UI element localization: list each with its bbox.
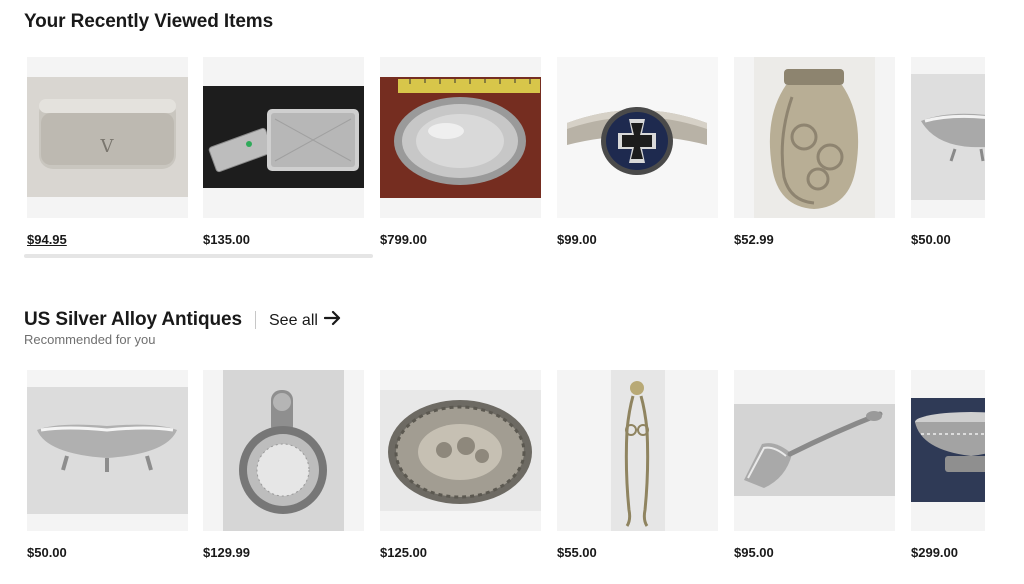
section-title: US Silver Alloy Antiques <box>24 309 242 330</box>
product-card[interactable]: $125.00 <box>380 370 541 560</box>
product-image-bowl[interactable] <box>911 57 985 218</box>
item-price: $52.99 <box>734 232 774 247</box>
item-price: $95.00 <box>734 545 774 560</box>
item-price: $799.00 <box>380 232 427 247</box>
carousel-scrollbar[interactable] <box>24 254 373 258</box>
product-card[interactable]: $299.00 <box>911 370 985 560</box>
item-price: $125.00 <box>380 545 427 560</box>
see-all-label: See all <box>269 311 318 329</box>
arrow-right-icon <box>323 310 342 331</box>
product-image-cross-bracelet[interactable] <box>557 57 718 218</box>
product-card[interactable]: $50.00 <box>911 57 985 247</box>
product-image-footed-bowl[interactable] <box>27 370 188 531</box>
item-price: $50.00 <box>27 545 67 560</box>
product-image-repousse-tray[interactable] <box>380 370 541 531</box>
recommended-carousel[interactable]: $50.00 $129.99 $125.00 $55.00 $95.00 $29… <box>0 370 985 570</box>
product-image-sugar-tongs[interactable] <box>557 370 718 531</box>
section-subtitle: Recommended for you <box>24 332 156 347</box>
product-image-centerpiece-bowl[interactable] <box>911 370 985 531</box>
product-card[interactable]: $99.00 <box>557 57 718 247</box>
product-card[interactable]: $129.99 <box>203 370 364 560</box>
product-image-cake-server[interactable] <box>734 370 895 531</box>
product-image-tea-strainer[interactable] <box>203 370 364 531</box>
product-card[interactable]: $55.00 <box>557 370 718 560</box>
product-card[interactable]: $52.99 <box>734 57 895 247</box>
title-divider <box>255 311 256 329</box>
item-price: $135.00 <box>203 232 250 247</box>
product-image-napkin-ring[interactable]: V <box>27 57 188 218</box>
product-card[interactable]: $799.00 <box>380 57 541 247</box>
product-image-vase[interactable] <box>734 57 895 218</box>
product-card[interactable]: V $94.95 <box>27 57 188 247</box>
recently-viewed-carousel[interactable]: V $94.95 $135.00 $799.00 $99.00 $52.99 $… <box>0 57 985 257</box>
product-card[interactable]: $95.00 <box>734 370 895 560</box>
svg-text:V: V <box>100 136 115 157</box>
item-price[interactable]: $94.95 <box>27 232 188 247</box>
item-price: $50.00 <box>911 232 951 247</box>
item-price: $299.00 <box>911 545 958 560</box>
item-price: $55.00 <box>557 545 597 560</box>
product-card[interactable]: $135.00 <box>203 57 364 247</box>
item-price: $129.99 <box>203 545 250 560</box>
item-price: $99.00 <box>557 232 597 247</box>
see-all-link[interactable]: See all <box>269 310 342 331</box>
recently-viewed-title: Your Recently Viewed Items <box>24 11 274 32</box>
product-image-compacts[interactable] <box>203 57 364 218</box>
product-card[interactable]: $50.00 <box>27 370 188 560</box>
product-image-oval-tray[interactable] <box>380 57 541 218</box>
